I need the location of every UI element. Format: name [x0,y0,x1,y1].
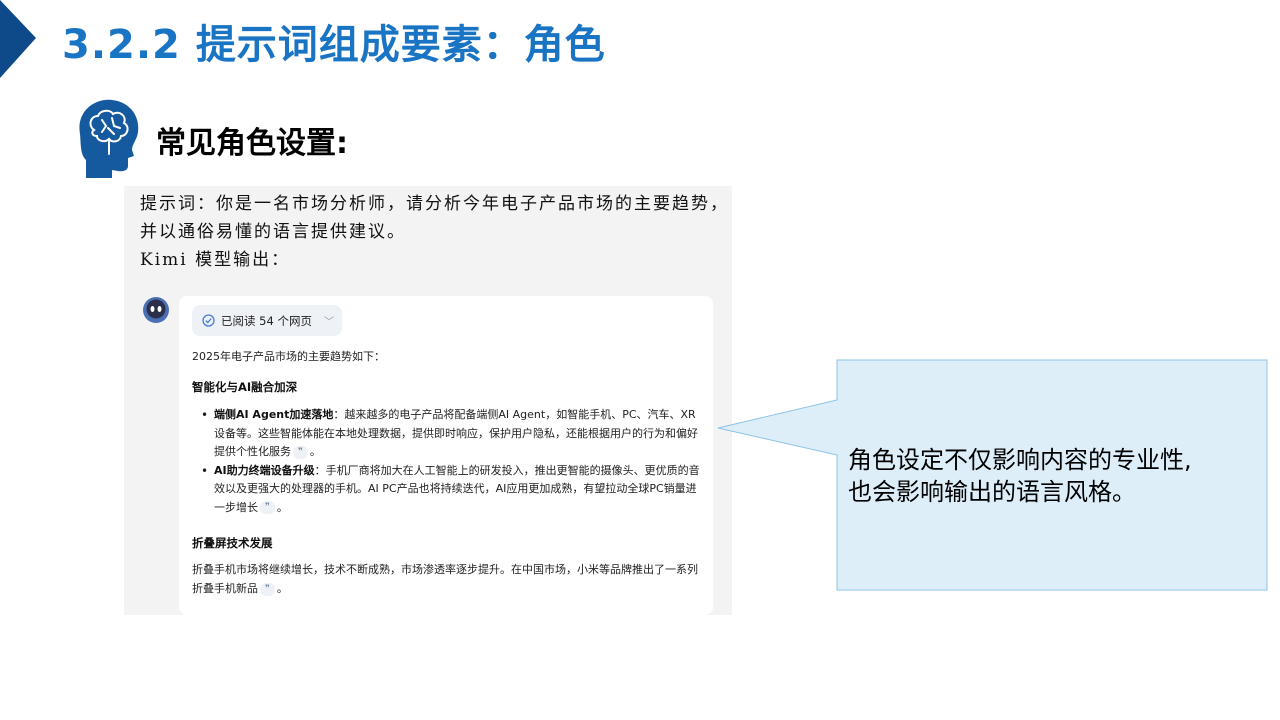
brain-head-icon [79,99,139,178]
response-subheading: 智能化与AI融合加深 [192,380,298,394]
quote-citation-icon[interactable]: ❞ [260,501,275,514]
bullet-title: 端侧AI Agent加速落地 [214,408,334,421]
list-item: • 端侧AI Agent加速落地：越来越多的电子产品将配备端侧AI Agent，… [201,408,698,459]
kimi-avatar-icon [143,297,169,323]
prompt-line: 并以通俗易懂的语言提供建议。 [140,222,406,242]
response-subheading: 折叠屏技术发展 [192,536,273,550]
callout-text: 角色设定不仅影响内容的专业性, 也会影响输出的语言风格。 [848,446,1192,506]
model-output-label: Kimi 模型输出： [140,250,291,270]
bullet-list: • 端侧AI Agent加速落地：越来越多的电子产品将配备端侧AI Agent，… [201,406,701,517]
read-webpages-label: 已阅读 54 个网页 [221,313,312,328]
read-webpages-chip[interactable]: 已阅读 54 个网页 ﹀ [192,305,342,336]
corner-triangle-decoration [0,0,36,78]
list-item: • AI助力终端设备升级：手机厂商将加大在人工智能上的研发投入，推出更智能的摄像… [201,463,700,514]
chevron-down-icon: ﹀ [323,317,334,328]
section-heading: 常见角色设置: [156,126,348,161]
kimi-screenshot: 提示词：你是一名市场分析师，请分析今年电子产品市场的主要趋势， 并以通俗易懂的语… [124,186,732,615]
check-circle-icon [202,314,215,327]
response-paragraph: 折叠手机市场将继续增长，技术不断成熟，市场渗透率逐步提升。在中国市场，小米等品牌… [192,563,698,596]
slide-title: 3.2.2 提示词组成要素：角色 [62,22,606,68]
prompt-text: 提示词：你是一名市场分析师，请分析今年电子产品市场的主要趋势， 并以通俗易懂的语… [140,190,729,274]
quote-citation-icon[interactable]: ❞ [293,445,308,459]
quote-citation-icon[interactable]: ❞ [260,582,275,596]
response-intro: 2025年电子产品市场的主要趋势如下： [192,350,385,363]
bullet-title: AI助力终端设备升级 [214,463,315,477]
prompt-line: 提示词：你是一名市场分析师，请分析今年电子产品市场的主要趋势， [140,194,729,214]
chat-response-panel: 已阅读 54 个网页 ﹀ 2025年电子产品市场的主要趋势如下： 智能化与AI融… [179,296,713,615]
